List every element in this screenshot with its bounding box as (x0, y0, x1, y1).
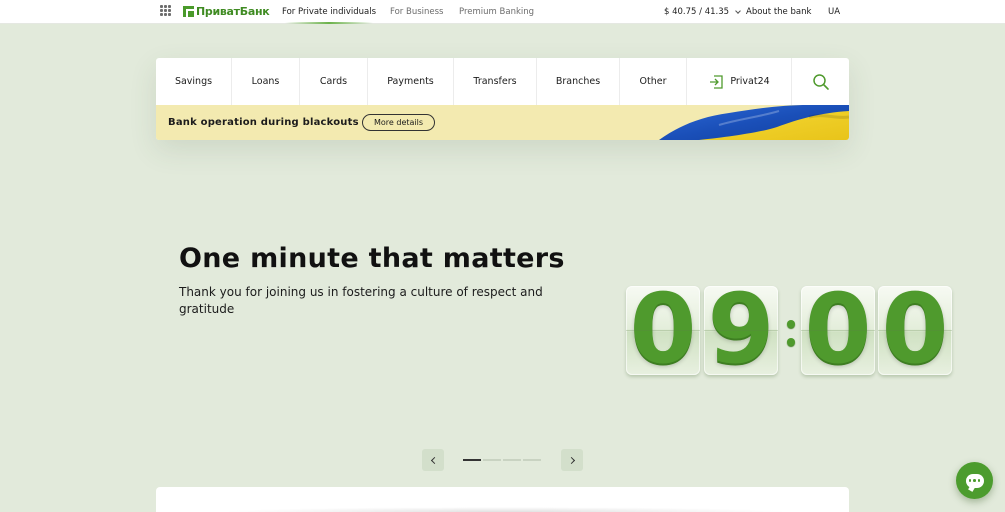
menu-item-loans[interactable]: Loans (232, 58, 300, 105)
menu-item-transfers[interactable]: Transfers (454, 58, 537, 105)
chevron-down-icon (735, 7, 741, 14)
clock-digit: 0 (881, 286, 949, 375)
grid-icon[interactable] (160, 5, 171, 16)
clock-digit-minute-ones: 0 (878, 286, 952, 375)
menu-item-savings[interactable]: Savings (156, 58, 232, 105)
ukraine-flag-image (659, 105, 849, 140)
carousel-indicators (463, 459, 541, 461)
menu-item-payments[interactable]: Payments (368, 58, 454, 105)
banner-text: Bank operation during blackouts (168, 117, 359, 128)
exchange-rate-dropdown[interactable]: $ 40.75 / 41.35 (664, 0, 741, 24)
bottom-card-shadow (220, 507, 790, 512)
logo[interactable]: ПриватБанк (183, 4, 270, 18)
language-switch[interactable]: UA (828, 0, 840, 24)
more-details-button[interactable]: More details (362, 114, 436, 131)
login-icon (710, 74, 723, 89)
clock-digit: 0 (629, 286, 697, 375)
privat24-login-button[interactable]: Privat24 (687, 58, 792, 105)
blackout-banner: Bank operation during blackouts More det… (156, 105, 849, 140)
nav-business[interactable]: For Business (390, 0, 443, 24)
about-bank-link[interactable]: About the bank (746, 0, 811, 24)
clock-colon (785, 318, 797, 348)
menu-item-other[interactable]: Other (620, 58, 687, 105)
chevron-right-icon (567, 456, 575, 464)
top-bar: ПриватБанк For Private individuals For B… (0, 0, 1005, 24)
chat-button[interactable] (956, 462, 993, 499)
clock-digit: 9 (707, 286, 775, 375)
main-menu-card: Savings Loans Cards Payments Transfers B… (156, 58, 849, 140)
nav-private-individuals[interactable]: For Private individuals (282, 0, 376, 24)
carousel-next-button[interactable] (561, 449, 583, 471)
search-button[interactable] (792, 58, 849, 105)
carousel-prev-button[interactable] (422, 449, 444, 471)
privat24-label: Privat24 (730, 76, 770, 87)
clock-digit-minute-tens: 0 (801, 286, 875, 375)
chevron-left-icon (430, 456, 438, 464)
logo-text: ПриватБанк (196, 4, 270, 18)
flip-clock: 0 9 0 0 (626, 286, 952, 376)
clock-digit-hour-tens: 0 (626, 286, 700, 375)
menu-item-cards[interactable]: Cards (300, 58, 368, 105)
menu-item-branches[interactable]: Branches (537, 58, 620, 105)
exchange-rate-value: $ 40.75 / 41.35 (664, 7, 730, 17)
search-icon (812, 73, 829, 90)
clock-digit-hour-ones: 9 (704, 286, 778, 375)
chat-icon (965, 473, 984, 488)
carousel-dot[interactable] (523, 459, 541, 461)
main-menu: Savings Loans Cards Payments Transfers B… (156, 58, 849, 105)
hero-title: One minute that matters (179, 243, 565, 274)
logo-mark-icon (183, 5, 194, 17)
carousel-dot[interactable] (503, 459, 521, 461)
nav-premium-banking[interactable]: Premium Banking (459, 0, 534, 24)
carousel-dot[interactable] (463, 459, 481, 461)
hero-subtitle: Thank you for joining us in fostering a … (179, 285, 543, 316)
active-nav-underline (285, 22, 373, 24)
clock-digit: 0 (804, 286, 872, 375)
carousel-dot[interactable] (483, 459, 501, 461)
